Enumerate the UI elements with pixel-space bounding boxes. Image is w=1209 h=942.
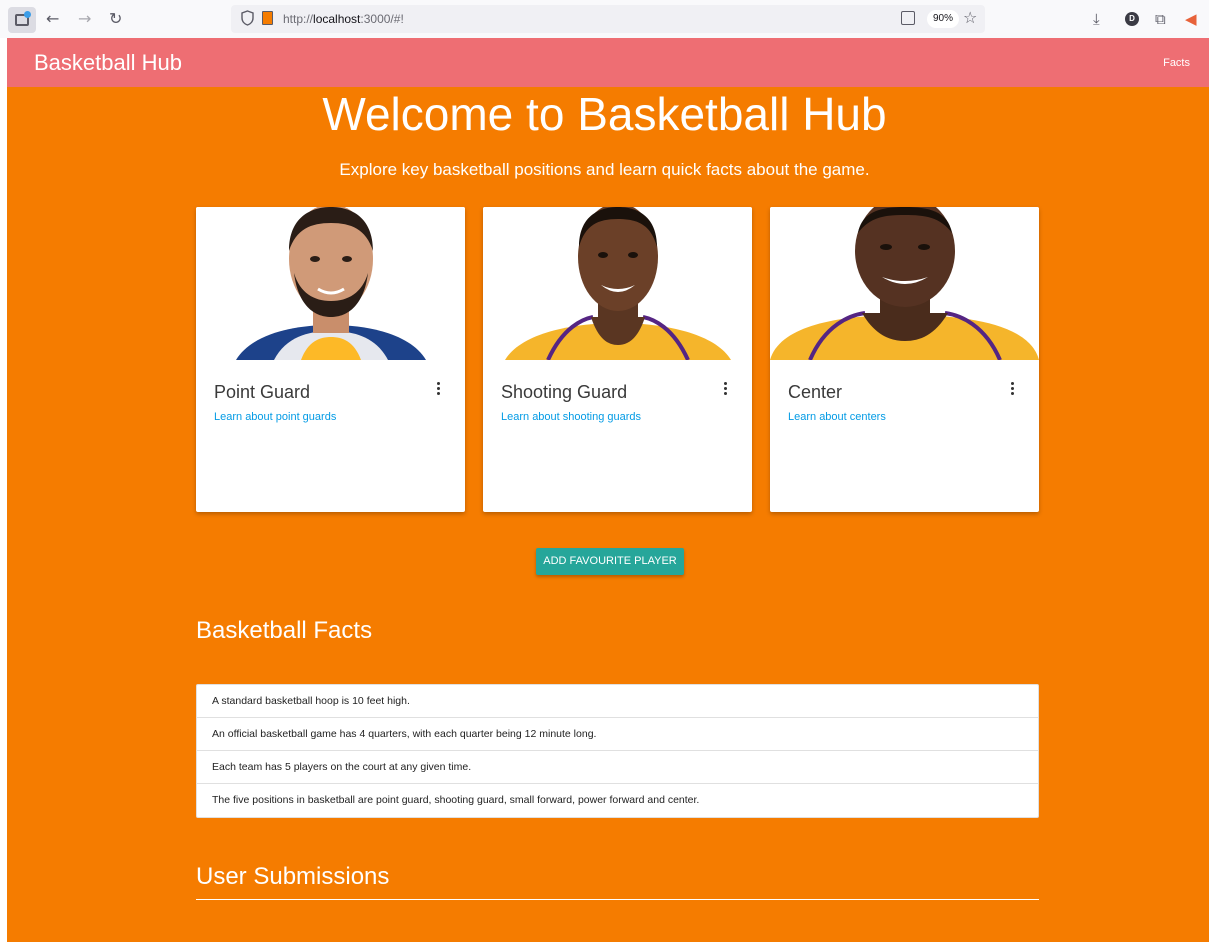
card-link[interactable]: Learn about shooting guards bbox=[501, 410, 641, 424]
hero-subtitle: Explore key basketball positions and lea… bbox=[339, 160, 870, 179]
brand-logo[interactable]: Basketball Hub bbox=[34, 50, 182, 76]
card-title: Center bbox=[788, 382, 843, 402]
submissions-section-title: User Submissions bbox=[196, 863, 390, 890]
player-photo bbox=[770, 207, 1039, 360]
player-portrait-image bbox=[505, 207, 731, 360]
zoom-level-badge[interactable]: 90% bbox=[927, 10, 960, 28]
browser-toolbar: ← → ↻ http://localhost:3000/#! 90% ☆ ⤓ D… bbox=[0, 0, 1209, 38]
more-vert-icon[interactable] bbox=[722, 382, 728, 400]
shield-icon[interactable] bbox=[241, 10, 254, 26]
megaphone-icon[interactable]: ◀ bbox=[1185, 9, 1197, 29]
list-item: A standard basketball hoop is 10 feet hi… bbox=[197, 685, 1038, 718]
sidebar-toggle-button[interactable] bbox=[8, 7, 36, 33]
page-info-icon[interactable] bbox=[262, 11, 273, 25]
sidebar-icon bbox=[15, 11, 31, 26]
player-photo bbox=[483, 207, 752, 360]
section-divider bbox=[196, 899, 1039, 900]
address-bar[interactable]: http://localhost:3000/#! 90% ☆ bbox=[231, 5, 985, 33]
more-vert-icon[interactable] bbox=[435, 382, 441, 400]
back-icon[interactable]: ← bbox=[46, 9, 59, 29]
hero-title: Welcome to Basketball Hub bbox=[322, 88, 887, 140]
list-item: An official basketball game has 4 quarte… bbox=[197, 718, 1038, 751]
card-title: Shooting Guard bbox=[501, 382, 628, 402]
card-title: Point Guard bbox=[214, 382, 311, 402]
position-card-point-guard: Point Guard Learn about point guards bbox=[196, 207, 465, 512]
navbar: Basketball Hub Facts bbox=[7, 38, 1209, 87]
forward-icon[interactable]: → bbox=[78, 9, 91, 29]
position-card-shooting-guard: Shooting Guard Learn about shooting guar… bbox=[483, 207, 752, 512]
facts-section-title: Basketball Facts bbox=[196, 617, 373, 644]
nav-link-facts[interactable]: Facts bbox=[1163, 56, 1190, 70]
bookmark-star-icon[interactable]: ☆ bbox=[963, 8, 977, 27]
list-item: Each team has 5 players on the court at … bbox=[197, 751, 1038, 784]
card-link[interactable]: Learn about point guards bbox=[214, 410, 336, 424]
position-card-center: Center Learn about centers bbox=[770, 207, 1039, 512]
url-text[interactable]: http://localhost:3000/#! bbox=[283, 11, 404, 27]
profile-avatar[interactable]: D bbox=[1125, 12, 1139, 26]
more-vert-icon[interactable] bbox=[1009, 382, 1015, 400]
downloads-icon[interactable]: ⤓ bbox=[1093, 9, 1100, 29]
player-portrait-image bbox=[770, 207, 1039, 360]
reload-icon[interactable]: ↻ bbox=[109, 9, 122, 29]
player-portrait-image bbox=[236, 207, 426, 360]
card-link[interactable]: Learn about centers bbox=[788, 410, 886, 424]
add-favourite-player-button[interactable]: ADD FAVOURITE PLAYER bbox=[536, 548, 684, 575]
reader-view-icon[interactable] bbox=[901, 11, 915, 25]
player-photo bbox=[196, 207, 465, 360]
extensions-icon[interactable]: ⧉ bbox=[1155, 9, 1166, 29]
facts-list: A standard basketball hoop is 10 feet hi… bbox=[196, 684, 1039, 818]
list-item: The five positions in basketball are poi… bbox=[212, 794, 700, 806]
